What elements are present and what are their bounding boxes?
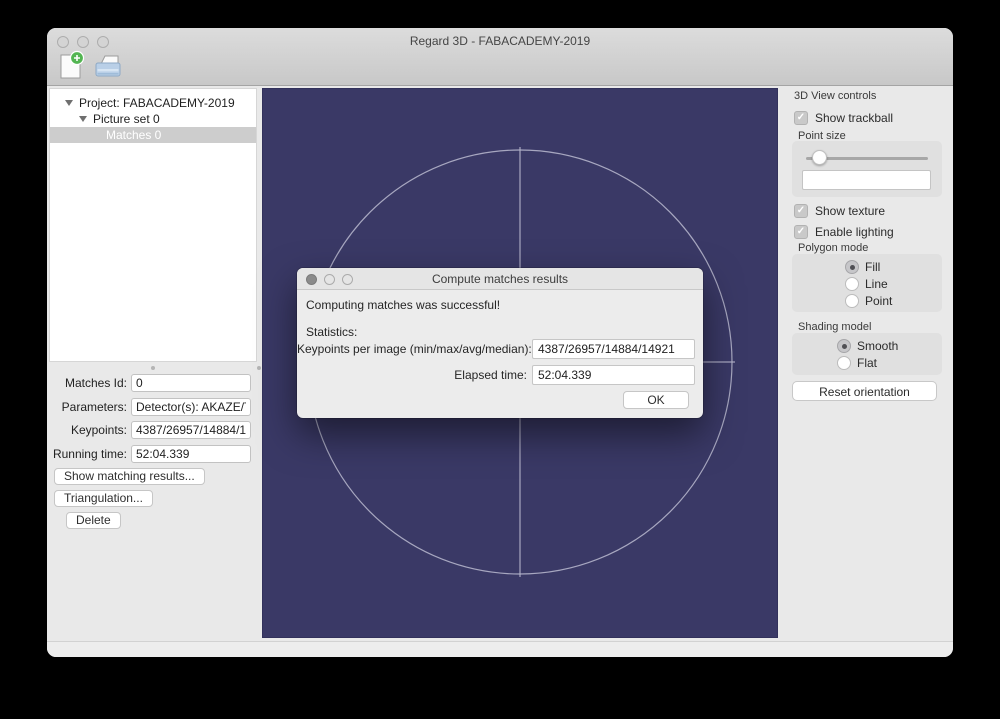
toolbar [56, 49, 123, 81]
keypoints-field[interactable] [131, 421, 251, 439]
matches-id-label: Matches Id: [64, 376, 127, 390]
slider-thumb[interactable] [812, 150, 827, 165]
radio-line-label: Line [865, 276, 888, 291]
radio-fill-label: Fill [865, 259, 881, 274]
point-size-field[interactable] [802, 170, 931, 190]
splitter-grip-icon [257, 366, 261, 370]
radio-point-label: Point [865, 293, 893, 308]
radio-flat-label: Flat [857, 355, 878, 370]
polygon-mode-label: Polygon mode [798, 242, 869, 254]
show-matching-results-button[interactable]: Show matching results... [54, 468, 205, 485]
radio-unselected-icon[interactable] [837, 355, 851, 370]
dialog-message: Computing matches was successful! [306, 298, 501, 312]
radio-line[interactable]: Line [845, 276, 888, 291]
enable-lighting-row[interactable]: ✓ Enable lighting [794, 224, 894, 239]
show-trackball-label: Show trackball [815, 110, 894, 125]
radio-fill[interactable]: Fill [845, 259, 880, 274]
radio-unselected-icon[interactable] [845, 276, 859, 291]
view-controls-header: 3D View controls [794, 90, 877, 102]
tree-item-project[interactable]: Project: FABACADEMY-2019 [50, 95, 256, 111]
running-time-label: Running time: [52, 447, 127, 461]
dialog-title: Compute matches results [431, 272, 569, 286]
new-project-button[interactable] [56, 49, 86, 81]
checkbox-checked-icon[interactable]: ✓ [794, 203, 808, 218]
keypoints-per-image-field[interactable] [532, 339, 695, 359]
parameters-label: Parameters: [61, 400, 127, 414]
dialog-titlebar[interactable]: Compute matches results [297, 268, 703, 290]
project-tree: Project: FABACADEMY-2019 Picture set 0 M… [49, 88, 257, 362]
running-time-field[interactable] [131, 445, 251, 463]
ok-button[interactable]: OK [623, 391, 689, 409]
disclosure-triangle-icon[interactable] [65, 100, 73, 106]
window-chrome: Regard 3D - FABACADEMY-2019 [47, 28, 953, 86]
tree-item-label: Matches 0 [106, 128, 162, 142]
view-controls-panel: 3D View controls ✓ Show trackball Point … [786, 88, 949, 638]
keypoints-per-image-label: Keypoints per image (min/max/avg/median)… [297, 342, 532, 356]
disclosure-triangle-icon[interactable] [79, 116, 87, 122]
radio-point[interactable]: Point [845, 293, 892, 308]
shading-model-label: Shading model [798, 321, 872, 333]
new-file-plus-icon [60, 50, 85, 79]
radio-smooth-label: Smooth [857, 338, 899, 353]
show-trackball-row[interactable]: ✓ Show trackball [794, 110, 893, 125]
checkbox-checked-icon[interactable]: ✓ [794, 224, 808, 239]
window-title: Regard 3D - FABACADEMY-2019 [409, 34, 591, 48]
polygon-mode-group: Fill Line Point [792, 254, 942, 312]
splitter-grip-icon [151, 366, 155, 370]
show-texture-row[interactable]: ✓ Show texture [794, 203, 885, 218]
point-size-group [792, 141, 942, 197]
radio-selected-icon[interactable] [837, 338, 851, 353]
shading-model-group: Smooth Flat [792, 333, 942, 375]
delete-button[interactable]: Delete [66, 512, 121, 529]
matches-id-field[interactable] [131, 374, 251, 392]
elapsed-time-field[interactable] [532, 365, 695, 385]
dialog-body: Computing matches was successful! Statis… [297, 290, 703, 418]
horizontal-splitter[interactable] [48, 363, 261, 372]
radio-smooth[interactable]: Smooth [837, 338, 898, 353]
screen-background: Regard 3D - FABACADEMY-2019 Project: FAB… [0, 0, 1000, 719]
left-panel: Project: FABACADEMY-2019 Picture set 0 M… [48, 87, 261, 639]
tree-item-picture-set[interactable]: Picture set 0 [50, 111, 256, 127]
parameters-field[interactable] [131, 398, 251, 416]
statistics-label: Statistics: [306, 325, 358, 339]
show-texture-label: Show texture [815, 203, 886, 218]
reset-orientation-button[interactable]: Reset orientation [792, 381, 937, 401]
triangulation-button[interactable]: Triangulation... [54, 490, 153, 507]
compute-matches-results-dialog: Compute matches results Computing matche… [297, 268, 703, 418]
elapsed-time-label: Elapsed time: [454, 368, 527, 382]
enable-lighting-label: Enable lighting [815, 224, 894, 239]
open-project-button[interactable] [93, 49, 123, 81]
keypoints-label: Keypoints: [70, 423, 127, 437]
tree-item-label: Picture set 0 [93, 112, 160, 126]
radio-unselected-icon[interactable] [845, 293, 859, 308]
status-bar [47, 641, 953, 657]
tree-item-label: Project: FABACADEMY-2019 [79, 96, 235, 110]
open-folder-icon [95, 55, 121, 77]
radio-selected-icon[interactable] [845, 259, 859, 274]
tree-item-matches[interactable]: Matches 0 [50, 127, 256, 143]
checkbox-checked-icon[interactable]: ✓ [794, 110, 808, 125]
matches-detail-form: Matches Id: Parameters: Keypoints: Runni… [48, 374, 260, 639]
radio-flat[interactable]: Flat [837, 355, 877, 370]
